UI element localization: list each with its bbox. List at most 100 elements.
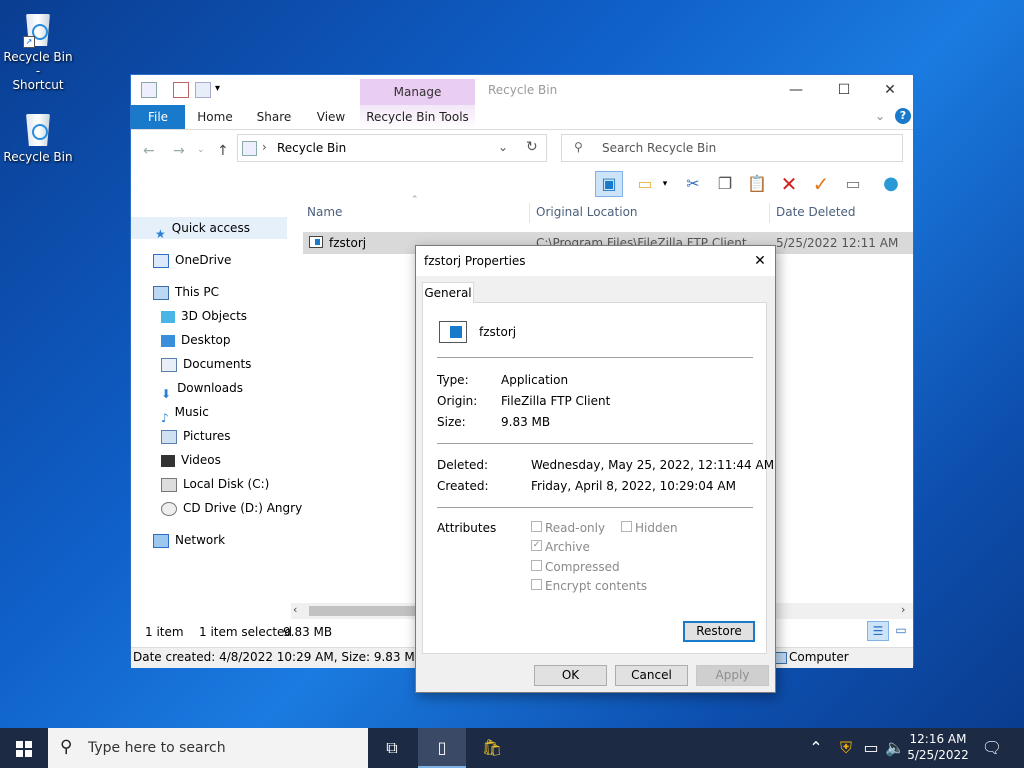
network-tray-icon[interactable]: ▭ (860, 728, 882, 768)
desktop-icon-label: Recycle Bin - (3, 50, 73, 78)
windows-logo-icon (16, 740, 32, 757)
tab-view[interactable]: View (309, 105, 353, 129)
desktop-icon-recycle-bin-shortcut[interactable]: ↗ Recycle Bin - Shortcut (0, 8, 76, 92)
search-icon: ⚲ (574, 140, 583, 154)
manage-tab[interactable]: Manage (360, 79, 475, 105)
nav-item-3d-objects[interactable]: 3D Objects (161, 305, 247, 327)
new-folder-icon[interactable]: ▭ (633, 172, 657, 196)
scroll-right-arrow-icon[interactable]: › (901, 603, 905, 616)
dialog-close-button[interactable]: ✕ (746, 250, 774, 272)
download-arrow-icon: ⬇ (161, 386, 172, 401)
search-icon: ⚲ (60, 737, 73, 757)
nav-item-downloads[interactable]: ⬇ Downloads (161, 377, 243, 401)
checkmark-icon[interactable]: ✓ (809, 172, 833, 196)
cancel-button[interactable]: Cancel (615, 665, 688, 686)
address-bar[interactable]: › Recycle Bin ⌄ ↻ (237, 134, 547, 162)
taskbar-file-explorer-icon[interactable]: ▯ (418, 728, 466, 768)
column-header-date-deleted[interactable]: Date Deleted (776, 201, 906, 223)
readonly-checkbox[interactable] (531, 521, 542, 532)
nav-item-pictures[interactable]: Pictures (161, 425, 231, 447)
ribbon-expand-chevron-icon[interactable]: ⌄ (875, 109, 885, 123)
encrypt-checkbox[interactable] (531, 579, 542, 590)
nav-item-videos[interactable]: Videos (161, 449, 221, 471)
status-item-count: 1 item (145, 625, 184, 639)
apply-button[interactable]: Apply (696, 665, 769, 686)
nav-item-local-disk[interactable]: Local Disk (C:) (161, 473, 269, 495)
origin-label: Origin: (437, 394, 478, 408)
new-folder-chevron-icon[interactable]: ▾ (659, 172, 671, 196)
application-file-icon (309, 236, 323, 248)
dialog-filename: fzstorj (479, 325, 517, 339)
tab-general[interactable]: General (422, 282, 474, 303)
compressed-checkbox[interactable] (531, 560, 542, 571)
size-value: 9.83 MB (501, 415, 551, 429)
tab-home[interactable]: Home (193, 105, 237, 129)
nav-item-quick-access[interactable]: ★ Quick access (131, 217, 287, 241)
tab-file[interactable]: File (131, 105, 185, 129)
forward-arrow-icon[interactable]: → (173, 143, 185, 159)
nav-item-network[interactable]: Network (153, 529, 225, 551)
nav-item-music[interactable]: ♪ Music (161, 401, 209, 425)
taskbar-search-input[interactable]: Type here to search (88, 740, 226, 756)
desktop-icon-recycle-bin[interactable]: Recycle Bin (0, 108, 76, 164)
column-divider (769, 203, 770, 223)
recycle-bin-icon: ↗ (21, 8, 55, 48)
task-view-icon[interactable]: ⧉ (368, 728, 416, 768)
notifications-icon[interactable]: 🗨 (970, 728, 1014, 768)
start-button[interactable] (0, 728, 48, 768)
address-dropdown-chevron-icon[interactable]: ⌄ (498, 140, 508, 154)
status-size: 9.83 MB (283, 625, 333, 639)
hidden-checkbox[interactable] (621, 521, 632, 532)
taskbar-search-box[interactable]: ⚲ Type here to search (48, 728, 368, 768)
column-header-original-location[interactable]: Original Location (536, 201, 766, 223)
nav-item-desktop[interactable]: Desktop (161, 329, 231, 351)
divider (437, 443, 753, 444)
recycle-bin-small-icon (141, 82, 157, 98)
deleted-value: Wednesday, May 25, 2022, 12:11:44 AM (531, 458, 775, 472)
large-icons-view-icon[interactable]: ▭ (891, 621, 911, 639)
breadcrumb-recycle-bin[interactable]: Recycle Bin (277, 141, 346, 155)
help-icon[interactable]: ? (895, 108, 911, 124)
show-hidden-icons-chevron-icon[interactable]: ⌃ (806, 728, 826, 768)
nav-item-documents[interactable]: Documents (161, 353, 251, 375)
search-box[interactable]: ⚲ Search Recycle Bin (561, 134, 903, 162)
restore-button[interactable]: Restore (683, 621, 755, 642)
security-shield-icon[interactable]: ⛨ (836, 728, 856, 768)
ok-button[interactable]: OK (534, 665, 607, 686)
desktop-icon-label: Recycle Bin (3, 150, 73, 164)
general-panel: fzstorj Type: Application Origin: FileZi… (422, 302, 774, 654)
scroll-left-arrow-icon[interactable]: ‹ (293, 603, 297, 616)
details-view-icon[interactable]: ☰ (867, 621, 889, 641)
drive-icon (161, 477, 177, 492)
cut-icon[interactable]: ✂ (681, 172, 705, 196)
microsoft-store-icon[interactable]: 🛍 (468, 728, 516, 768)
paste-icon[interactable]: 📋 (745, 172, 769, 196)
rename-icon[interactable]: ▭ (841, 172, 865, 196)
customize-qat-chevron-icon[interactable]: ▾ (215, 82, 229, 96)
properties-icon[interactable] (173, 82, 189, 98)
search-input[interactable]: Search Recycle Bin (602, 141, 716, 155)
column-header-name[interactable]: Name (307, 201, 527, 223)
tab-share[interactable]: Share (251, 105, 297, 129)
nav-item-this-pc[interactable]: This PC (153, 281, 219, 303)
back-arrow-icon[interactable]: ← (143, 143, 155, 159)
maximize-button[interactable]: ☐ (821, 79, 867, 101)
refresh-icon[interactable]: ↻ (526, 139, 538, 155)
volume-icon[interactable]: 🔈 (884, 728, 906, 768)
scroll-thumb[interactable] (309, 606, 419, 616)
globe-icon[interactable]: ● (879, 172, 903, 196)
delete-icon[interactable]: ✕ (777, 172, 801, 196)
minimize-button[interactable]: — (773, 79, 819, 101)
nav-item-onedrive[interactable]: OneDrive (153, 249, 231, 271)
archive-checkbox[interactable]: ✓ (531, 540, 542, 551)
recent-chevron-icon[interactable]: ⌄ (197, 145, 205, 155)
nav-item-cd-drive[interactable]: CD Drive (D:) Angry (161, 497, 302, 519)
close-button[interactable]: ✕ (867, 79, 913, 101)
clock[interactable]: 12:16 AM 5/25/2022 (906, 731, 970, 763)
copy-icon[interactable]: ❐ (713, 172, 737, 196)
preview-pane-icon[interactable]: ▣ (595, 171, 623, 197)
size-label: Size: (437, 415, 466, 429)
new-folder-icon[interactable] (195, 82, 211, 98)
tab-recycle-bin-tools[interactable]: Recycle Bin Tools (360, 105, 475, 129)
up-arrow-icon[interactable]: ↑ (217, 143, 229, 159)
